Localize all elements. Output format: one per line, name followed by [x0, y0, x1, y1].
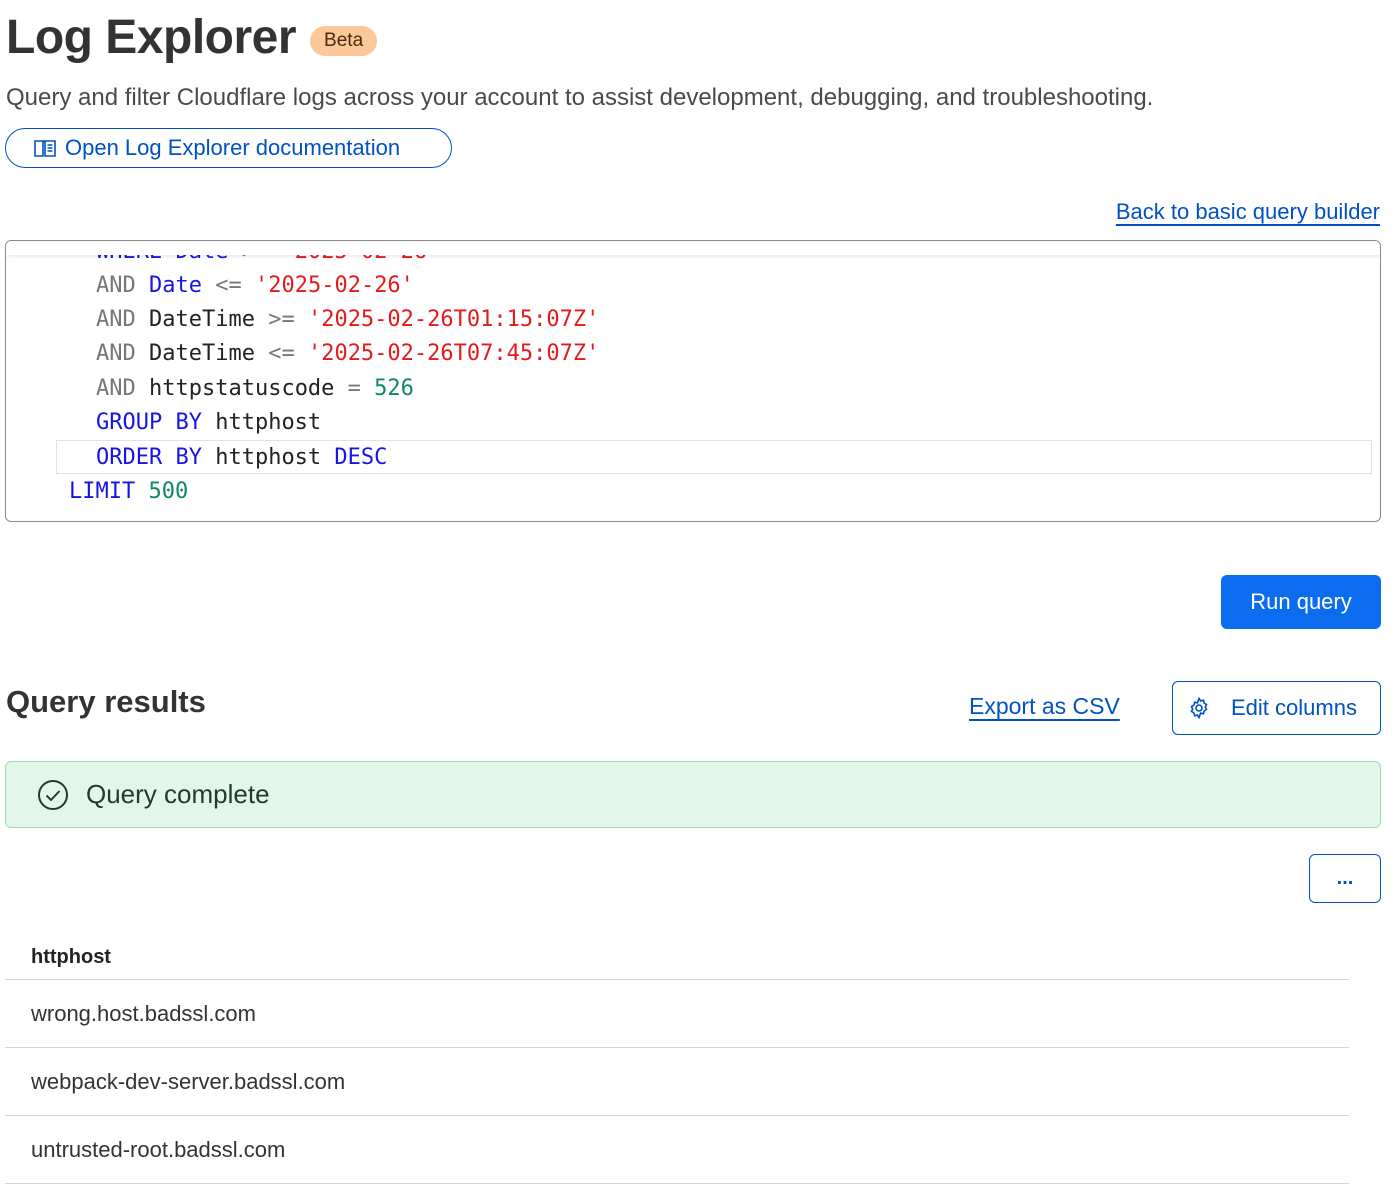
table-row: webpack-dev-server.badssl.com	[5, 1048, 1349, 1116]
page-title: Log Explorer	[6, 11, 297, 64]
more-options-button[interactable]: ...	[1309, 854, 1381, 903]
code-line[interactable]: AND DateTime <= '2025-02-26T07:45:07Z'	[6, 337, 1380, 371]
edit-columns-label: Edit columns	[1231, 695, 1357, 720]
code-line[interactable]: GROUP BY httphost	[6, 406, 1380, 440]
code-line[interactable]: AND httpstatuscode = 526	[6, 372, 1380, 406]
export-csv-link[interactable]: Export as CSV	[969, 693, 1120, 720]
code-token: >=	[268, 307, 308, 332]
code-line[interactable]: AND DateTime >= '2025-02-26T01:15:07Z'	[6, 303, 1380, 337]
beta-badge: Beta	[310, 26, 378, 56]
table-row: wrong.host.badssl.com	[5, 980, 1349, 1048]
code-token: httphost	[201, 410, 322, 435]
code-line[interactable]: LIMIT 500	[6, 475, 1380, 509]
code-token: AND	[96, 341, 136, 366]
code-line-text: AND httpstatuscode = 526	[96, 372, 414, 406]
code-line[interactable]: AND Date <= '2025-02-26'	[6, 269, 1380, 303]
code-token: '2025-02-26T01:15:07Z'	[307, 307, 600, 332]
code-token: <=	[268, 341, 308, 366]
page-subtitle: Query and filter Cloudflare logs across …	[6, 84, 1154, 111]
code-token: '2025-02-26'	[254, 273, 414, 298]
code-token: AND	[96, 273, 136, 298]
query-status-text: Query complete	[86, 779, 270, 809]
code-line-text: GROUP BY httphost	[96, 406, 321, 440]
check-circle-icon	[36, 778, 70, 812]
edit-columns-button[interactable]: Edit columns	[1172, 681, 1381, 735]
code-token: GROUP BY	[96, 410, 202, 435]
code-line-text: AND Date <= '2025-02-26'	[96, 269, 414, 303]
query-results-title: Query results	[6, 684, 206, 719]
run-query-button[interactable]: Run query	[1221, 575, 1381, 629]
code-line-text: AND DateTime <= '2025-02-26T07:45:07Z'	[96, 337, 599, 371]
query-status-banner: Query complete	[5, 761, 1381, 828]
code-token: <=	[215, 273, 255, 298]
code-token: '2025-02-26T07:45:07Z'	[307, 341, 600, 366]
code-line-text: AND DateTime >= '2025-02-26T01:15:07Z'	[96, 303, 599, 337]
results-table: httphost wrong.host.badssl.com webpack-d…	[5, 935, 1349, 1184]
open-documentation-label: Open Log Explorer documentation	[65, 135, 401, 160]
code-token: DateTime	[135, 341, 269, 366]
code-token: httphost	[201, 445, 335, 470]
code-token: LIMIT	[69, 479, 136, 504]
code-token: =	[347, 376, 375, 401]
code-line-text: LIMIT 500	[69, 475, 188, 509]
code-token: AND	[96, 307, 136, 332]
book-icon	[33, 136, 57, 160]
code-token: AND	[96, 376, 136, 401]
sql-editor[interactable]: WHERE Date >= '2025-02-26'AND Date <= '2…	[5, 240, 1381, 522]
code-token: DESC	[334, 445, 388, 470]
code-token: Date	[135, 273, 216, 298]
table-row: untrusted-root.badssl.com	[5, 1116, 1349, 1184]
code-token: 500	[135, 479, 189, 504]
editor-scroll-shadow	[6, 241, 1380, 255]
code-token: DateTime	[135, 307, 269, 332]
code-line-text: ORDER BY httphost DESC	[96, 441, 387, 475]
code-token: ORDER BY	[96, 445, 202, 470]
code-token: httpstatuscode	[135, 376, 348, 401]
code-line[interactable]: ORDER BY httphost DESC	[56, 440, 1372, 474]
title-row: Log Explorer Beta	[6, 8, 378, 68]
column-header-httphost[interactable]: httphost	[5, 935, 1349, 980]
open-documentation-button[interactable]: Open Log Explorer documentation	[5, 128, 452, 168]
code-token: 526	[374, 376, 414, 401]
gear-icon	[1187, 696, 1211, 720]
back-to-basic-query-link[interactable]: Back to basic query builder	[1116, 199, 1380, 225]
